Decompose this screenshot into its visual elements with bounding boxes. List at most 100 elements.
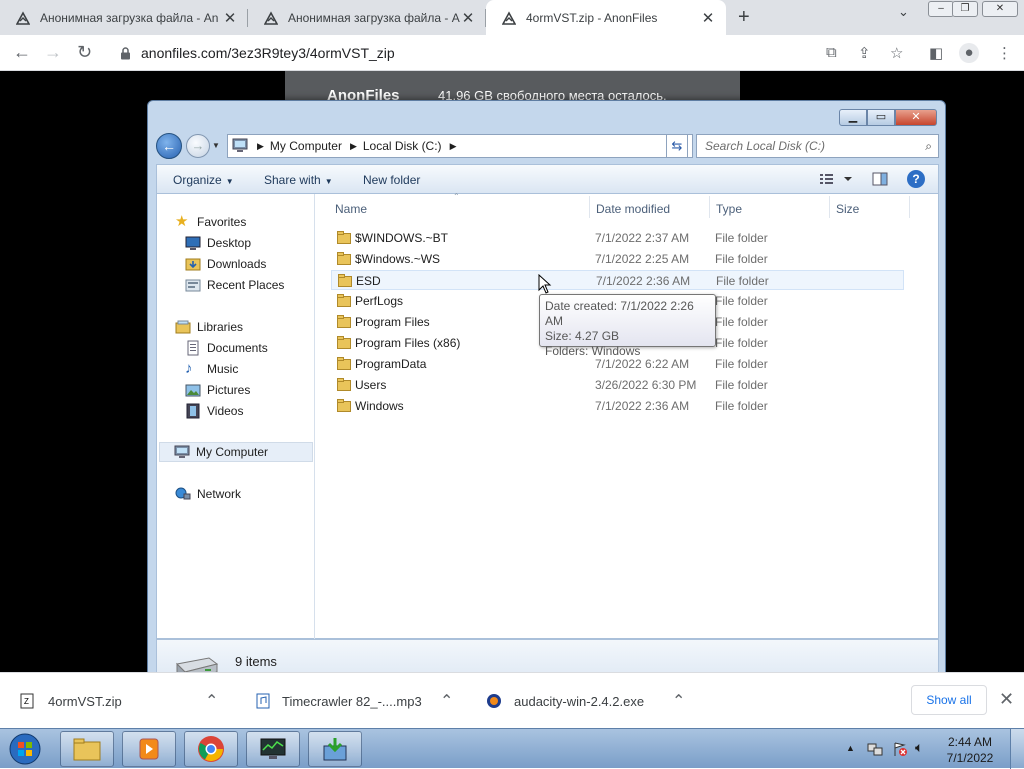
- breadcrumb-chevron-icon[interactable]: ▶: [350, 141, 357, 152]
- taskbar-chrome-button[interactable]: [184, 731, 238, 767]
- nav-libraries[interactable]: Libraries: [175, 317, 243, 337]
- nav-my-computer[interactable]: My Computer: [159, 442, 313, 462]
- minimize-icon[interactable]: ▁: [839, 109, 867, 126]
- clock-time: 2:44 AM: [947, 735, 993, 749]
- file-row[interactable]: Windows 7/1/2022 2:36 AM File folder: [331, 396, 904, 416]
- close-shelf-icon[interactable]: ✕: [999, 689, 1014, 710]
- nav-pictures[interactable]: Pictures: [185, 380, 250, 400]
- bookmark-star-icon[interactable]: ☆: [890, 44, 903, 62]
- taskbar-explorer-button[interactable]: [60, 731, 114, 767]
- nav-label: Documents: [207, 341, 268, 355]
- taskbar-installer-button[interactable]: [308, 731, 362, 767]
- mouse-cursor-icon: [538, 274, 552, 294]
- profile-avatar-icon[interactable]: ●: [959, 43, 979, 63]
- show-all-button[interactable]: Show all: [911, 685, 987, 715]
- column-divider[interactable]: [709, 196, 710, 218]
- new-folder-button[interactable]: New folder: [363, 173, 420, 187]
- download-item-3[interactable]: audacity-win-2.4.2.exe: [486, 693, 644, 709]
- lock-icon[interactable]: [120, 46, 131, 60]
- forward-arrow-icon[interactable]: →: [44, 43, 62, 61]
- side-panel-icon[interactable]: ◧: [929, 44, 943, 62]
- nav-music[interactable]: ♪ Music: [185, 359, 238, 379]
- nav-documents[interactable]: Documents: [185, 338, 268, 358]
- chevron-up-icon[interactable]: ⌃: [672, 691, 685, 711]
- share-with-button[interactable]: Share with ▼: [264, 173, 333, 187]
- column-headers: Name ⌃ Date modified Type Size: [317, 192, 940, 220]
- tab-close-icon[interactable]: ✕: [460, 9, 476, 27]
- explorer-window: ▁ ▭ ✕ ← → ▼ ▶ My Computer ▶ Local Disk (…: [147, 100, 946, 698]
- download-item-2[interactable]: Timecrawler 82_-....mp3: [256, 693, 422, 709]
- show-hidden-icons-icon[interactable]: ▲: [846, 743, 855, 753]
- show-desktop-button[interactable]: [1010, 729, 1024, 769]
- column-date-modified[interactable]: Date modified: [596, 202, 670, 216]
- folder-icon: [73, 738, 101, 761]
- recent-pages-dropdown-icon[interactable]: ▼: [212, 141, 220, 150]
- breadcrumb-chevron-icon[interactable]: ▶: [257, 141, 264, 152]
- nav-recent-places[interactable]: Recent Places: [185, 275, 284, 295]
- taskbar-media-player-button[interactable]: [122, 731, 176, 767]
- breadcrumb-chevron-icon[interactable]: ▶: [450, 141, 457, 152]
- kebab-menu-icon[interactable]: ⋮: [997, 44, 1012, 62]
- file-name: Program Files: [355, 315, 430, 329]
- file-row[interactable]: $WINDOWS.~BT 7/1/2022 2:37 AM File folder: [331, 228, 904, 248]
- column-divider[interactable]: [589, 196, 590, 218]
- start-orb-icon[interactable]: [5, 732, 45, 766]
- tab-search-chevron-icon[interactable]: ⌄: [898, 4, 909, 20]
- reload-icon[interactable]: ↻: [77, 43, 92, 61]
- action-center-icon[interactable]: [892, 741, 908, 757]
- file-name: Program Files (x86): [355, 336, 461, 350]
- tooltip-size: Size: 4.27 GB: [545, 329, 620, 343]
- change-view-icon[interactable]: [819, 171, 853, 187]
- download-item-1[interactable]: Z 4ormVST.zip: [20, 693, 122, 709]
- column-type[interactable]: Type: [716, 202, 742, 216]
- restore-icon[interactable]: ❐: [952, 1, 978, 17]
- explorer-address-bar[interactable]: ▶ My Computer ▶ Local Disk (C:) ▶ ▼: [227, 134, 693, 158]
- tab-close-icon[interactable]: ✕: [700, 9, 716, 27]
- network-tray-icon[interactable]: [867, 741, 883, 757]
- back-arrow-icon[interactable]: ←: [156, 133, 182, 159]
- preview-pane-icon[interactable]: [872, 171, 888, 187]
- chevron-up-icon[interactable]: ⌃: [205, 691, 218, 711]
- refresh-icon[interactable]: ⇆: [666, 134, 688, 158]
- column-divider[interactable]: [829, 196, 830, 218]
- column-divider[interactable]: [909, 196, 910, 218]
- tab-1[interactable]: Анонимная загрузка файла - An ✕: [0, 0, 248, 35]
- tab-close-icon[interactable]: ✕: [222, 9, 238, 27]
- nav-desktop[interactable]: Desktop: [185, 233, 251, 253]
- share-icon[interactable]: ⇪: [858, 44, 871, 62]
- forward-arrow-icon[interactable]: →: [186, 134, 210, 158]
- column-size[interactable]: Size: [836, 202, 859, 216]
- column-name[interactable]: Name: [335, 202, 367, 216]
- maximize-icon[interactable]: ▭: [867, 109, 895, 126]
- nav-downloads[interactable]: Downloads: [185, 254, 266, 274]
- close-icon[interactable]: ✕: [895, 109, 937, 126]
- breadcrumb-local-disk[interactable]: Local Disk (C:): [363, 139, 442, 153]
- nav-videos[interactable]: Videos: [185, 401, 243, 421]
- nav-favorites[interactable]: ★ Favorites: [175, 212, 246, 232]
- translate-icon[interactable]: ⧉: [826, 44, 837, 61]
- back-arrow-icon[interactable]: ←: [13, 43, 31, 61]
- file-type: File folder: [716, 274, 769, 288]
- address-bar[interactable]: anonfiles.com/3ez3R9tey3/4ormVST_zip: [108, 38, 808, 68]
- file-row[interactable]: $Windows.~WS 7/1/2022 2:25 AM File folder: [331, 249, 904, 269]
- search-input[interactable]: Search Local Disk (C:) ⌕: [696, 134, 939, 158]
- new-tab-icon[interactable]: +: [738, 6, 750, 29]
- help-icon[interactable]: ?: [907, 170, 925, 188]
- taskbar-monitor-button[interactable]: [246, 731, 300, 767]
- file-row[interactable]: ESD 7/1/2022 2:36 AM File folder: [331, 270, 904, 290]
- close-window-icon[interactable]: ✕: [982, 1, 1018, 17]
- tab-3-active[interactable]: 4ormVST.zip - AnonFiles ✕: [486, 0, 726, 35]
- nav-label: Recent Places: [207, 278, 285, 292]
- tab-2[interactable]: Анонимная загрузка файла - An ✕: [248, 0, 486, 35]
- file-row[interactable]: Users 3/26/2022 6:30 PM File folder: [331, 375, 904, 395]
- folder-icon: [338, 274, 352, 287]
- nav-network[interactable]: Network: [175, 484, 241, 504]
- chevron-up-icon[interactable]: ⌃: [440, 691, 453, 711]
- tab-title: Анонимная загрузка файла - An: [40, 10, 219, 25]
- breadcrumb-my-computer[interactable]: My Computer: [270, 139, 342, 153]
- organize-button[interactable]: Organize ▼: [173, 173, 234, 187]
- volume-icon[interactable]: 🔈︎: [915, 739, 923, 756]
- search-icon[interactable]: ⌕: [925, 139, 932, 154]
- minimize-icon[interactable]: –: [928, 1, 954, 17]
- system-clock[interactable]: 2:44 AM 7/1/2022: [940, 734, 1000, 766]
